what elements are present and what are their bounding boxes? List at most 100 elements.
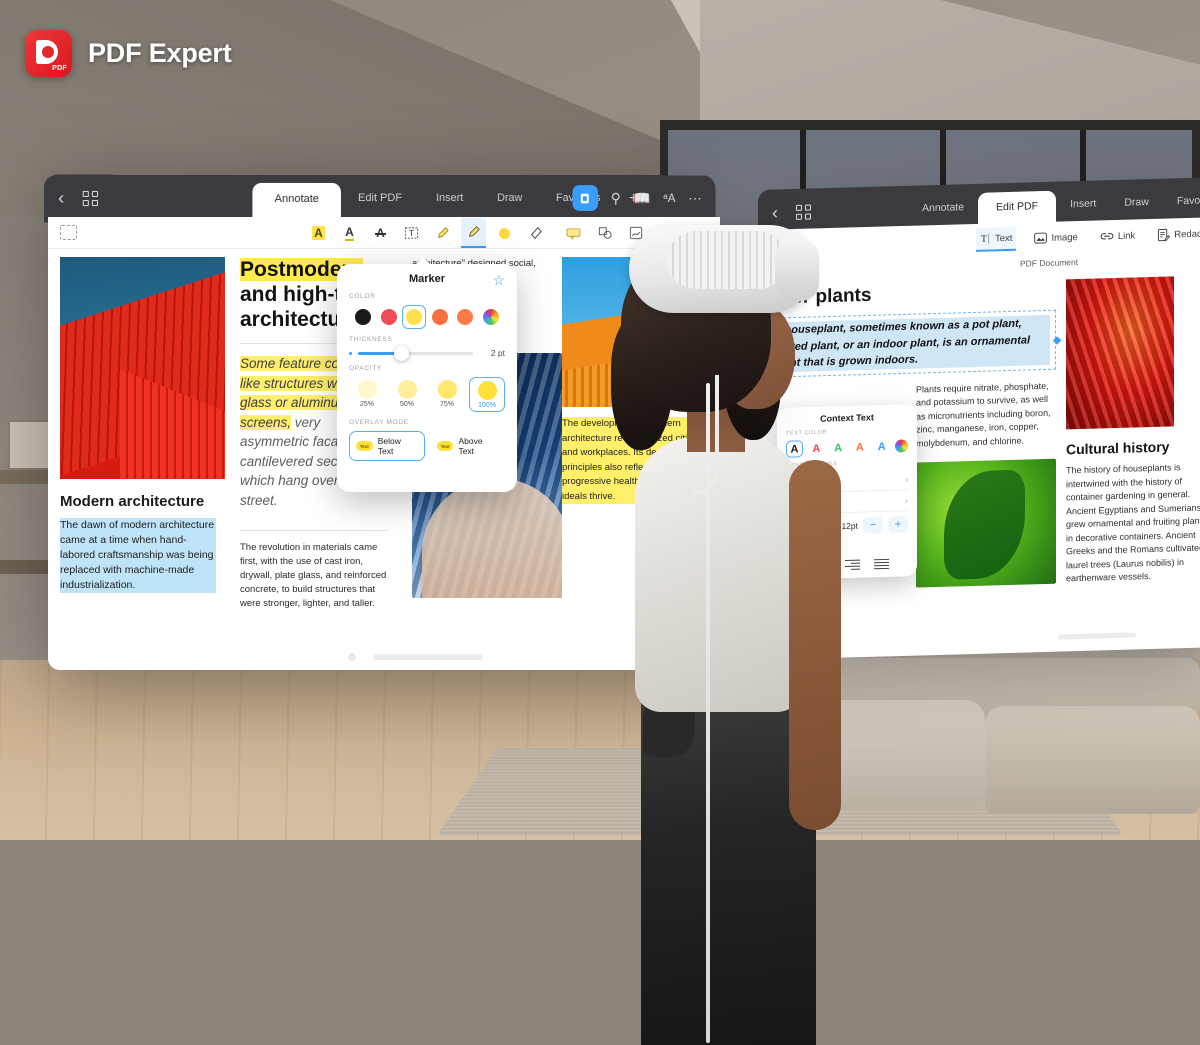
thickness-section-label: THICKNESS xyxy=(349,336,393,343)
tab-edit-pdf[interactable]: Edit PDF xyxy=(341,184,419,214)
opacity-label-50: 50% xyxy=(399,401,414,408)
tab-draw[interactable]: Draw xyxy=(480,184,539,214)
edit-tool-image-label: Image xyxy=(1051,231,1078,244)
marker-tool[interactable] xyxy=(461,218,486,248)
cultural-history-title: Cultural history xyxy=(1066,438,1170,458)
tab-edit-pdf[interactable]: Edit PDF xyxy=(978,190,1057,225)
person-arm xyxy=(789,460,841,830)
tab-draw[interactable]: Draw xyxy=(1110,189,1163,218)
grid-view-icon[interactable] xyxy=(82,190,99,207)
color-swatch-yellow[interactable] xyxy=(402,305,427,329)
chevron-right-icon: › xyxy=(905,474,908,485)
materials-paragraph: The revolution in materials came first, … xyxy=(240,542,387,609)
slider-knob[interactable] xyxy=(393,345,409,361)
tab-annotate[interactable]: Annotate xyxy=(252,182,342,218)
color-swatch-row[interactable] xyxy=(349,305,505,329)
thickness-control[interactable]: 2 pt xyxy=(349,345,505,361)
search-icon[interactable]: ⚲ xyxy=(611,190,621,207)
opacity-section-label: OPACITY xyxy=(349,365,382,372)
opacity-option-50[interactable]: 50% xyxy=(389,377,425,412)
opacity-options[interactable]: 25% 50% 75% 100% xyxy=(349,377,505,412)
overlay-chip: Text xyxy=(356,441,373,451)
underline-tool[interactable]: A xyxy=(337,218,362,248)
eraser-tool[interactable] xyxy=(523,218,548,248)
opacity-option-75[interactable]: 75% xyxy=(429,377,465,412)
headset-lens-pod xyxy=(775,239,819,301)
edit-tool-redact[interactable]: Redact xyxy=(1153,222,1200,247)
sofa-cushion-right xyxy=(985,706,1200,814)
opacity-option-100[interactable]: 100% xyxy=(469,377,505,412)
edit-tool-text[interactable]: T Text xyxy=(976,226,1017,252)
green-leaf-photo xyxy=(916,458,1056,588)
opacity-label-75: 75% xyxy=(439,401,454,408)
overlay-chip: Text xyxy=(437,441,454,451)
edit-tool-strip[interactable]: T Text Image Link Redact xyxy=(976,218,1200,254)
popover-title: Marker xyxy=(408,273,446,285)
brand-lockup: PDF PDF Expert xyxy=(25,30,232,77)
edit-tool-image[interactable]: Image xyxy=(1030,226,1081,249)
color-swatch-red[interactable] xyxy=(377,305,401,329)
color-swatch-orange[interactable] xyxy=(428,305,452,329)
nutrients-paragraph: Plants require nitrate, phosphate, and p… xyxy=(916,380,1051,449)
window2-tab-bar[interactable]: Annotate Edit PDF Insert Draw Favorites xyxy=(908,183,1200,225)
marker-settings-popover[interactable]: Marker ☆ COLOR THICKNESS 2 pt OPACITY 25… xyxy=(337,257,517,492)
highlight-tool[interactable]: A xyxy=(306,218,331,248)
overlay-below-text-button[interactable]: Text Below Text xyxy=(349,431,425,461)
overlay-above-label: Above Text xyxy=(458,436,483,456)
color-swatch-black[interactable] xyxy=(351,305,375,329)
overlay-mode-options[interactable]: Text Below Text Text Above Text xyxy=(349,431,505,461)
text-color-custom[interactable] xyxy=(894,439,908,453)
color-swatch-orange-light[interactable] xyxy=(453,305,477,329)
tab-insert[interactable]: Insert xyxy=(419,184,480,214)
section-title-modern-architecture: Modern architecture xyxy=(60,493,205,510)
edit-tool-redact-label: Redact xyxy=(1174,228,1200,240)
align-justify-icon[interactable] xyxy=(873,557,890,571)
person-torso xyxy=(635,437,803,712)
star-icon[interactable]: ☆ xyxy=(492,273,505,287)
more-icon[interactable]: ⋯ xyxy=(688,190,702,207)
tab-annotate[interactable]: Annotate xyxy=(908,194,978,224)
logo-badge-label: PDF xyxy=(52,65,67,72)
pen-tool[interactable] xyxy=(430,218,455,248)
text-color-orange[interactable]: A xyxy=(851,438,868,455)
reading-mode-icon[interactable]: 📖 xyxy=(634,190,651,207)
tab-insert[interactable]: Insert xyxy=(1056,190,1110,220)
font-size-decrease-button[interactable]: − xyxy=(863,516,883,534)
text-color-blue[interactable]: A xyxy=(873,438,890,455)
architecture-red-photo xyxy=(60,257,225,479)
text-size-icon[interactable]: ᵃA xyxy=(663,191,675,205)
marquee-select-icon[interactable] xyxy=(60,225,77,240)
overlay-section-label: OVERLAY MODE xyxy=(349,419,409,426)
opacity-option-25[interactable]: 25% xyxy=(349,377,385,412)
brand-name: PDF Expert xyxy=(88,38,232,68)
overlay-below-label: Below Text xyxy=(377,436,401,456)
color-swatch-custom[interactable] xyxy=(479,305,503,329)
edit-tool-link[interactable]: Link xyxy=(1096,224,1139,247)
edit-tool-link-label: Link xyxy=(1117,229,1136,242)
person-wearing-headset xyxy=(575,205,850,1045)
svg-text:T: T xyxy=(409,228,414,238)
chevron-right-icon: › xyxy=(905,495,908,506)
selection-handle[interactable] xyxy=(1052,336,1062,345)
thickness-slider[interactable] xyxy=(358,345,473,361)
shape-dot-tool[interactable] xyxy=(492,218,517,248)
headset-cable xyxy=(706,383,710,1043)
back-icon[interactable]: ‹ xyxy=(58,188,64,208)
tab-favorites[interactable]: Favorites xyxy=(1163,187,1200,217)
font-size-increase-button[interactable]: + xyxy=(888,516,908,533)
opacity-label-25: 25% xyxy=(359,401,374,408)
color-section-label: COLOR xyxy=(349,293,376,300)
headset-ribbing xyxy=(667,231,787,289)
home-indicator[interactable] xyxy=(373,654,483,660)
opacity-label-100: 100% xyxy=(478,402,496,409)
strikethrough-tool[interactable]: A xyxy=(368,218,393,248)
blue-highlighted-paragraph[interactable]: The dawn of modern architecture came at … xyxy=(60,518,216,593)
cultural-history-paragraph: The history of houseplants is intertwine… xyxy=(1066,462,1200,584)
document-label: PDF Document xyxy=(1020,257,1079,269)
text-box-tool[interactable]: T xyxy=(399,218,424,248)
divider xyxy=(240,530,388,531)
page-dot-indicator[interactable] xyxy=(348,653,356,661)
edit-tool-text-label: Text xyxy=(995,232,1013,244)
thickness-value: 2 pt xyxy=(490,348,505,358)
overlay-above-text-button[interactable]: Text Above Text xyxy=(431,431,505,461)
